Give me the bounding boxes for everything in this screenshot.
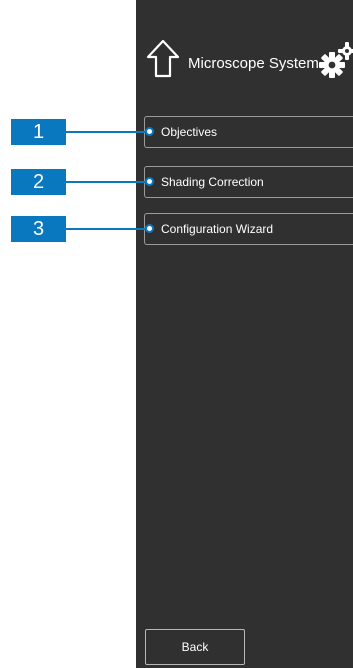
home-icon[interactable]	[145, 39, 181, 79]
callout-dot-2	[145, 177, 154, 186]
back-button[interactable]: Back	[145, 629, 245, 665]
objectives-button[interactable]: Objectives	[144, 116, 353, 148]
app-title: Microscope System	[188, 55, 319, 72]
callout-dot-3	[145, 224, 154, 233]
callout-number-3: 3	[11, 216, 66, 242]
gear-icon[interactable]	[318, 40, 353, 80]
callout-line-3	[66, 228, 146, 230]
callout-number-2: 2	[11, 169, 66, 195]
documentation-screenshot: Microscope System Objectives Shading Cor…	[0, 0, 353, 668]
configuration-wizard-button[interactable]: Configuration Wizard	[144, 213, 353, 245]
callout-number-1: 1	[11, 119, 66, 145]
shading-correction-button[interactable]: Shading Correction	[144, 166, 353, 198]
callout-line-2	[66, 181, 146, 183]
callout-line-1	[66, 131, 146, 133]
navigation-panel	[136, 0, 353, 668]
callout-dot-1	[145, 127, 154, 136]
